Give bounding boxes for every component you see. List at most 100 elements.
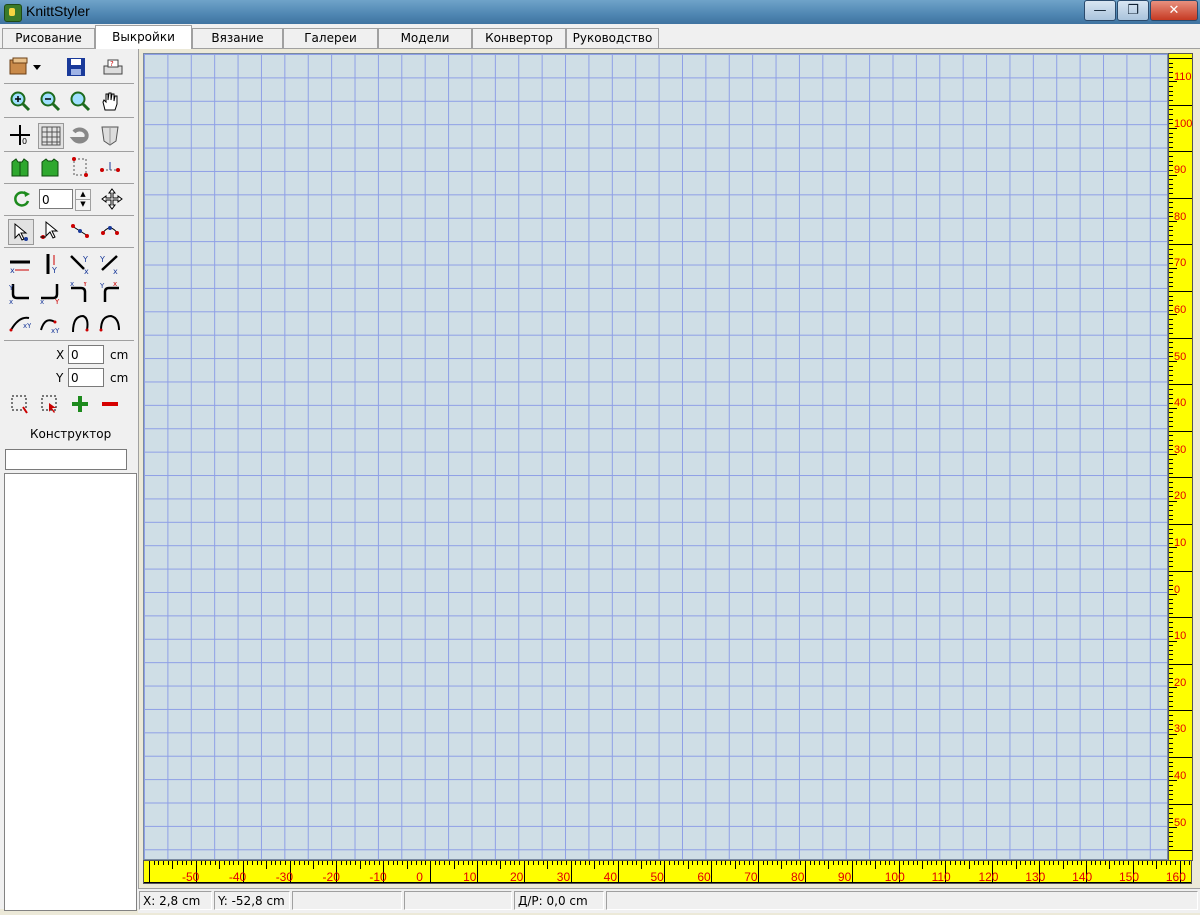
y-coordinate-input[interactable]: 0 bbox=[68, 368, 104, 387]
remove-icon bbox=[102, 402, 118, 406]
ruler-tick bbox=[1169, 729, 1173, 731]
ruler-tick bbox=[392, 861, 394, 865]
ruler-tick bbox=[706, 861, 708, 865]
vertical-ruler-label: 20 bbox=[1174, 676, 1187, 689]
curve-4-button[interactable] bbox=[98, 311, 122, 335]
add-button[interactable] bbox=[68, 392, 92, 416]
constructor-list[interactable] bbox=[4, 473, 137, 911]
diagonal-down-button[interactable]: Yx bbox=[68, 252, 92, 276]
ruler-tick bbox=[626, 861, 628, 865]
vertical-line-button[interactable]: Y bbox=[38, 252, 62, 276]
ruler-tick bbox=[1169, 537, 1173, 539]
ruler-tick bbox=[163, 861, 165, 865]
select-node-button[interactable] bbox=[38, 392, 62, 416]
corner-2-button[interactable]: xY bbox=[38, 281, 62, 305]
corner-3-button[interactable]: xY bbox=[68, 281, 92, 305]
select-rect-button[interactable] bbox=[8, 392, 32, 416]
undo-button[interactable] bbox=[68, 123, 92, 147]
zoom-fit-button[interactable] bbox=[68, 89, 92, 113]
ruler-tick bbox=[1169, 277, 1173, 279]
minimize-button[interactable]: — bbox=[1084, 0, 1116, 21]
save-button[interactable] bbox=[64, 55, 88, 79]
ruler-tick bbox=[1169, 505, 1173, 507]
vertical-ruler-label: 90 bbox=[1174, 164, 1187, 177]
ruler-tick bbox=[1090, 861, 1092, 865]
ruler-tick bbox=[1169, 654, 1173, 656]
grid-toggle-button[interactable] bbox=[38, 123, 64, 149]
ruler-tick bbox=[1169, 430, 1192, 432]
ruler-tick bbox=[1169, 668, 1173, 670]
ruler-tick bbox=[1169, 356, 1173, 358]
rotation-down-button[interactable]: ▼ bbox=[75, 199, 91, 211]
ruler-tick bbox=[833, 861, 834, 865]
ruler-tick bbox=[1169, 775, 1173, 777]
rotate-button[interactable] bbox=[10, 187, 34, 211]
tab-converter[interactable]: Конвертор bbox=[472, 28, 566, 48]
ruler-tick bbox=[1169, 770, 1173, 772]
ruler-tick bbox=[1175, 861, 1176, 865]
ruler-tick bbox=[922, 861, 924, 869]
ruler-tick bbox=[1169, 281, 1173, 283]
svg-text:x: x bbox=[113, 282, 117, 288]
point-distance-button[interactable] bbox=[98, 155, 122, 179]
separator bbox=[4, 215, 134, 216]
ruler-tick bbox=[537, 861, 539, 865]
close-button[interactable]: ✕ bbox=[1150, 0, 1198, 21]
ruler-tick bbox=[1169, 272, 1173, 274]
tab-drawing[interactable]: Рисование bbox=[2, 28, 95, 48]
corner-4-button[interactable]: Yx bbox=[98, 281, 122, 305]
ruler-tick bbox=[1169, 230, 1173, 232]
zoom-out-button[interactable] bbox=[38, 89, 62, 113]
point-select-button[interactable] bbox=[68, 155, 92, 179]
print-preview-button[interactable]: ? bbox=[101, 55, 125, 79]
curve-nodes-button[interactable] bbox=[98, 219, 122, 243]
pan-button[interactable] bbox=[98, 89, 122, 113]
tab-knitting[interactable]: Вязание bbox=[192, 28, 283, 48]
restore-button[interactable]: ❐ bbox=[1117, 0, 1149, 21]
ruler-tick bbox=[327, 861, 329, 865]
constructor-input[interactable] bbox=[5, 449, 127, 470]
ruler-tick bbox=[987, 861, 989, 865]
svg-text:x: x bbox=[113, 267, 118, 275]
pattern-front-button[interactable] bbox=[8, 155, 32, 179]
ruler-tick bbox=[584, 861, 586, 865]
separator bbox=[4, 83, 134, 84]
pattern-back-button[interactable] bbox=[38, 155, 62, 179]
rotation-input[interactable]: 0 bbox=[39, 189, 73, 209]
pattern-canvas[interactable] bbox=[143, 53, 1168, 860]
crosshair-button[interactable]: 0 bbox=[8, 123, 32, 147]
ruler-tick bbox=[158, 861, 160, 865]
ruler-tick bbox=[416, 861, 418, 865]
diagonal-up-button[interactable]: Yx bbox=[98, 252, 122, 276]
horizontal-ruler-label: 110 bbox=[931, 870, 951, 884]
select-arrow-button[interactable] bbox=[8, 219, 34, 245]
ruler-tick bbox=[847, 861, 849, 865]
open-file-button[interactable] bbox=[8, 55, 44, 79]
ruler-tick bbox=[209, 861, 211, 865]
move-point-button[interactable] bbox=[38, 219, 62, 243]
ruler-tick bbox=[950, 861, 952, 865]
tab-galleries[interactable]: Галереи bbox=[283, 28, 378, 48]
curve-3-icon bbox=[72, 314, 89, 333]
zoom-in-button[interactable] bbox=[8, 89, 32, 113]
horizontal-line-button[interactable]: x bbox=[8, 252, 32, 276]
corner-1-button[interactable]: Yx bbox=[8, 281, 32, 305]
svg-text:x: x bbox=[10, 266, 15, 275]
ruler-tick bbox=[1169, 207, 1173, 209]
ruler-tick bbox=[837, 861, 839, 865]
mask-button[interactable] bbox=[98, 123, 122, 147]
curve-2-button[interactable]: xY bbox=[38, 311, 62, 335]
x-coordinate-input[interactable]: 0 bbox=[68, 345, 104, 364]
horizontal-ruler-label: 60 bbox=[697, 870, 711, 884]
ruler-tick bbox=[1169, 146, 1173, 148]
curve-1-button[interactable]: xY bbox=[8, 311, 32, 335]
curve-3-button[interactable] bbox=[68, 311, 92, 335]
vertical-ruler-label: 40 bbox=[1174, 770, 1187, 782]
remove-button[interactable] bbox=[98, 392, 122, 416]
tab-models[interactable]: Модели bbox=[378, 28, 472, 48]
ruler-tick bbox=[542, 861, 544, 865]
tab-patterns[interactable]: Выкройки bbox=[95, 25, 192, 49]
tab-guide[interactable]: Руководство bbox=[566, 28, 659, 48]
line-nodes-button[interactable] bbox=[68, 219, 92, 243]
move-button[interactable] bbox=[100, 187, 124, 211]
